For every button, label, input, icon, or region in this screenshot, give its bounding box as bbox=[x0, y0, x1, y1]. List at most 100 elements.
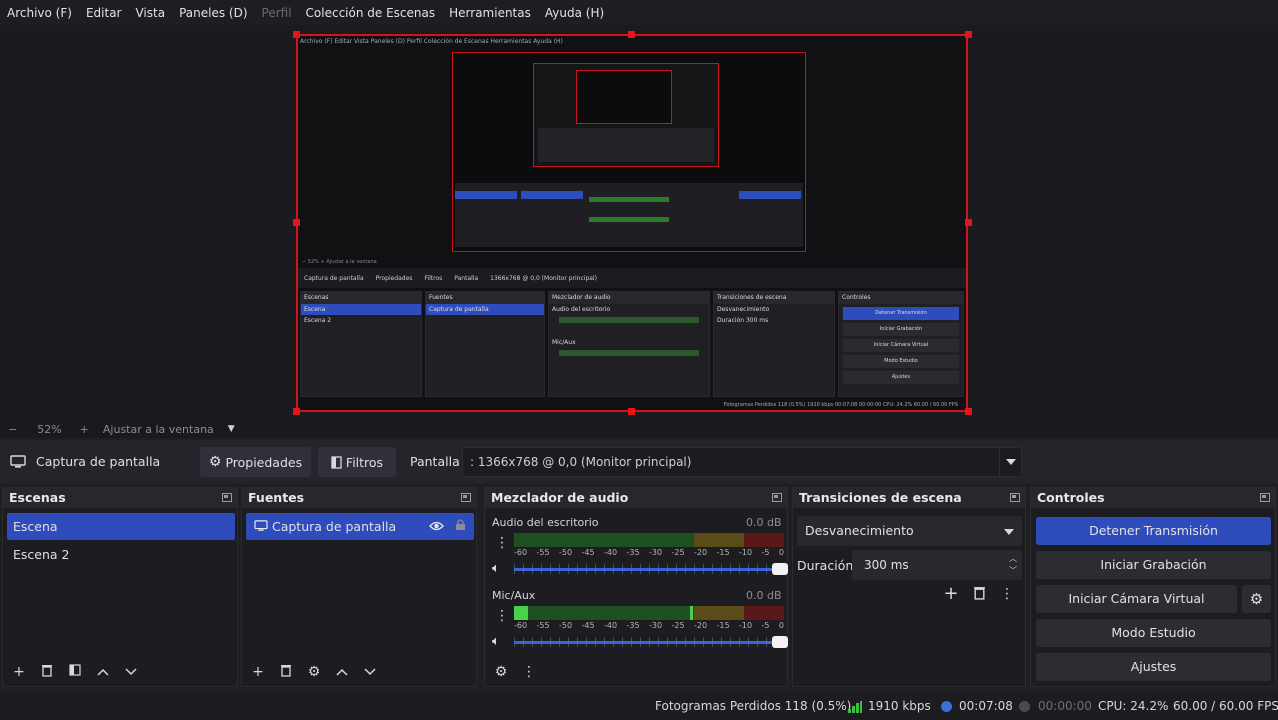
chevron-down-icon bbox=[999, 448, 1021, 476]
zoom-fit-option[interactable]: Ajustar a la ventana bbox=[103, 423, 214, 436]
stop-streaming-button[interactable]: Detener Transmisión bbox=[1036, 517, 1271, 545]
chevron-up-icon[interactable] bbox=[95, 664, 111, 680]
status-bar: Fotogramas Perdidos 118 (0.5%) 1910 kbps… bbox=[0, 692, 1278, 720]
display-label: Pantalla bbox=[410, 454, 460, 469]
filter-icon[interactable] bbox=[67, 664, 83, 680]
volume-slider-mic[interactable] bbox=[514, 636, 788, 648]
preview-mini-scenes: Escenas Escena Escena 2 bbox=[300, 291, 422, 397]
menu-editar[interactable]: Editar bbox=[86, 6, 122, 20]
zoom-in-button[interactable]: + bbox=[80, 423, 89, 436]
mixer-channel-db: 0.0 dB bbox=[746, 516, 782, 529]
trash-icon[interactable] bbox=[278, 664, 294, 680]
preview-mini-studio: Modo Estudio bbox=[843, 355, 959, 368]
monitor-icon bbox=[254, 520, 268, 531]
resize-handle-tr[interactable] bbox=[965, 31, 972, 38]
scene-item-escena[interactable]: Escena bbox=[7, 513, 235, 540]
transition-select-value: Desvanecimiento bbox=[805, 523, 914, 538]
preview-mini-duration: Duración 300 ms bbox=[714, 315, 834, 326]
undock-icon[interactable] bbox=[222, 493, 232, 502]
resize-handle-b[interactable] bbox=[628, 408, 635, 415]
preview-mini-mixer-mic: Mic/Aux bbox=[552, 339, 576, 346]
undock-icon[interactable] bbox=[461, 493, 471, 502]
eye-icon[interactable] bbox=[429, 513, 444, 540]
chevron-down-icon[interactable] bbox=[362, 664, 378, 680]
volume-slider-desktop[interactable] bbox=[514, 563, 788, 575]
gear-icon[interactable]: ⚙ bbox=[306, 664, 322, 680]
meter-tick-label: -35 bbox=[626, 548, 640, 557]
menu-ayuda[interactable]: Ayuda (H) bbox=[545, 6, 604, 20]
trash-icon[interactable] bbox=[971, 586, 987, 602]
filters-label: Filtros bbox=[345, 454, 384, 470]
kebab-menu-icon[interactable]: ⋮ bbox=[495, 535, 509, 551]
source-item-label: Captura de pantalla bbox=[271, 519, 397, 534]
resize-handle-tl[interactable] bbox=[293, 31, 300, 38]
properties-button[interactable]: ⚙ Propiedades bbox=[200, 447, 311, 477]
kebab-menu-icon[interactable]: ⋮ bbox=[999, 586, 1015, 602]
preview-mini-camera: Iniciar Cámara Virtual bbox=[843, 339, 959, 352]
menu-herramientas[interactable]: Herramientas bbox=[449, 6, 531, 20]
preview-nested-docks-2 bbox=[538, 128, 714, 162]
lock-icon[interactable] bbox=[455, 513, 466, 540]
add-icon[interactable]: + bbox=[250, 664, 266, 680]
display-select-value: : 1366x768 @ 0,0 (Monitor principal) bbox=[470, 455, 692, 469]
studio-mode-button[interactable]: Modo Estudio bbox=[1036, 619, 1271, 647]
display-select[interactable]: : 1366x768 @ 0,0 (Monitor principal) bbox=[462, 447, 1022, 477]
resize-handle-l[interactable] bbox=[293, 219, 300, 226]
chevron-down-icon[interactable] bbox=[123, 664, 139, 680]
slider-handle[interactable] bbox=[772, 563, 788, 575]
controls-dock-header: Controles bbox=[1031, 488, 1275, 508]
preview-mini-sources-title: Fuentes bbox=[426, 292, 544, 304]
advanced-audio-icon[interactable]: ⚙ bbox=[493, 664, 509, 680]
resize-handle-r[interactable] bbox=[965, 219, 972, 226]
preview-mini-transition-select: Desvanecimiento bbox=[717, 306, 770, 313]
undock-icon[interactable] bbox=[1010, 493, 1020, 502]
chevron-up-icon[interactable] bbox=[334, 664, 350, 680]
preview-canvas[interactable]: Archivo (F) Editar Vista Paneles (D) Per… bbox=[0, 25, 1278, 420]
kebab-menu-icon[interactable]: ⋮ bbox=[521, 664, 537, 680]
resize-handle-br[interactable] bbox=[965, 408, 972, 415]
preview-mini-record: Iniciar Grabación bbox=[843, 323, 959, 336]
kebab-menu-icon[interactable]: ⋮ bbox=[495, 608, 509, 624]
resize-handle-bl[interactable] bbox=[293, 408, 300, 415]
menu-paneles[interactable]: Paneles (D) bbox=[179, 6, 247, 20]
preview-mini-meter bbox=[559, 317, 699, 323]
start-recording-button[interactable]: Iniciar Grabación bbox=[1036, 551, 1271, 579]
meter-tick-label: -45 bbox=[581, 621, 595, 630]
duration-label: Duración bbox=[797, 558, 854, 573]
mic-peak-marker bbox=[689, 606, 693, 620]
undock-icon[interactable] bbox=[1260, 493, 1270, 502]
zoom-out-button[interactable]: − bbox=[8, 423, 17, 436]
preview-source-capture[interactable]: Archivo (F) Editar Vista Paneles (D) Per… bbox=[296, 34, 968, 412]
resize-handle-t[interactable] bbox=[628, 31, 635, 38]
fps: 60.00 / 60.00 FPS bbox=[1173, 699, 1278, 713]
filters-button[interactable]: Filtros bbox=[318, 447, 396, 477]
zoom-dropdown-icon[interactable]: ▼ bbox=[228, 424, 235, 434]
speaker-icon[interactable]: 🔈︎ bbox=[492, 634, 500, 649]
selected-source-name: Captura de pantalla bbox=[36, 454, 161, 469]
duration-input[interactable]: 300 ms ︿ ﹀ bbox=[852, 550, 1022, 580]
meter-tick-label: -25 bbox=[671, 548, 685, 557]
meter-tick-label: -10 bbox=[739, 621, 753, 630]
scene-item-escena-2[interactable]: Escena 2 bbox=[7, 541, 235, 568]
menu-vista[interactable]: Vista bbox=[135, 6, 165, 20]
virtual-camera-settings-gear-icon[interactable]: ⚙ bbox=[1242, 585, 1271, 613]
preview-mini-stop: Detener Transmisión bbox=[843, 307, 959, 320]
slider-handle[interactable] bbox=[772, 636, 788, 648]
add-icon[interactable]: + bbox=[943, 585, 959, 603]
settings-button[interactable]: Ajustes bbox=[1036, 653, 1271, 681]
spin-arrows-icon[interactable]: ︿ ﹀ bbox=[1009, 553, 1017, 577]
source-item-captura[interactable]: Captura de pantalla bbox=[246, 513, 474, 540]
start-virtual-camera-button[interactable]: Iniciar Cámara Virtual bbox=[1036, 585, 1237, 613]
trash-icon[interactable] bbox=[39, 664, 55, 680]
undock-icon[interactable] bbox=[772, 493, 782, 502]
add-icon[interactable]: + bbox=[11, 664, 27, 680]
transition-select[interactable]: Desvanecimiento bbox=[797, 516, 1022, 546]
meter-tick-label: -60 bbox=[514, 548, 528, 557]
preview-mini-scene-item: Escena bbox=[301, 304, 421, 315]
menu-archivo[interactable]: Archivo (F) bbox=[7, 6, 72, 20]
sources-title: Fuentes bbox=[248, 490, 305, 505]
menu-coleccion-escenas[interactable]: Colección de Escenas bbox=[306, 6, 436, 20]
scenes-dock-header: Escenas bbox=[3, 488, 237, 508]
speaker-icon[interactable]: 🔈︎ bbox=[492, 561, 500, 576]
meter-tick-label: -40 bbox=[604, 548, 618, 557]
